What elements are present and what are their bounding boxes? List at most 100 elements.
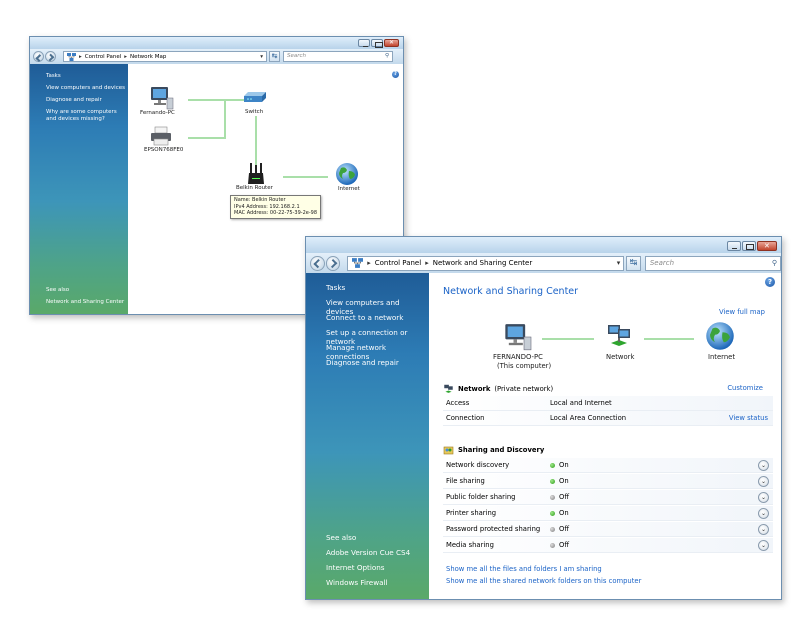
network-sharing-center-window: ▸ Control Panel ▸ Network and Sharing Ce… <box>305 236 782 600</box>
table-row[interactable]: Printer sharing On ⌄ <box>443 506 773 521</box>
device-label-printer: EPSON768FE0 <box>144 147 184 153</box>
computer-icon[interactable] <box>148 86 174 110</box>
help-icon[interactable]: ? <box>392 71 399 78</box>
table-row[interactable]: Password protected sharing Off ⌄ <box>443 522 773 537</box>
title-bar <box>306 237 781 253</box>
connection-line <box>224 99 226 139</box>
computer-icon[interactable] <box>501 323 533 351</box>
breadcrumb-separator: ▸ <box>79 53 82 60</box>
view-status-link[interactable]: View status <box>729 411 768 426</box>
router-icon[interactable] <box>246 162 266 186</box>
see-also-adobe-version-cue[interactable]: Adobe Version Cue CS4 <box>326 548 410 557</box>
row-key-file-sharing: File sharing <box>446 477 485 485</box>
table-row: Connection Local Area Connection View st… <box>443 411 773 426</box>
status-on-icon <box>550 463 555 468</box>
task-pane: Tasks View computers and devices Diagnos… <box>30 64 128 314</box>
breadcrumb-separator: ▸ <box>124 53 127 60</box>
tooltip-mac: MAC Address: 00-22-75-39-2e-98 <box>234 210 318 216</box>
help-icon[interactable]: ? <box>765 277 775 287</box>
search-input[interactable]: Search ⚲ <box>283 51 393 62</box>
chevron-down-icon[interactable]: ⌄ <box>758 460 769 471</box>
map-computer-name: FERNANDO-PC <box>493 353 543 361</box>
chevron-down-icon[interactable]: ▾ <box>260 54 263 60</box>
refresh-button[interactable]: ↹ <box>626 255 641 271</box>
see-also-windows-firewall[interactable]: Windows Firewall <box>326 578 387 587</box>
refresh-button[interactable]: ↹ <box>269 51 280 62</box>
task-diagnose-repair[interactable]: Diagnose and repair <box>326 358 399 367</box>
see-also-internet-options[interactable]: Internet Options <box>326 563 385 572</box>
status-off-icon <box>550 527 555 532</box>
device-label-router: Belkin Router <box>236 185 273 191</box>
forward-button[interactable] <box>45 51 56 62</box>
sharing-heading-text: Sharing and Discovery <box>458 446 545 454</box>
task-view-computers[interactable]: View computers and devices <box>46 85 125 91</box>
sharing-section-heading: Sharing and Discovery <box>443 445 544 455</box>
forward-button[interactable] <box>325 255 341 271</box>
close-button[interactable] <box>384 39 399 47</box>
show-shared-folders-link[interactable]: Show me all the shared network folders o… <box>446 577 641 585</box>
task-diagnose-repair[interactable]: Diagnose and repair <box>46 97 102 103</box>
chevron-down-icon[interactable]: ⌄ <box>758 508 769 519</box>
show-shared-files-link[interactable]: Show me all the files and folders I am s… <box>446 565 602 573</box>
device-label-switch: Switch <box>245 109 264 115</box>
device-tooltip: Name: Belkin Router IPv4 Address: 192.16… <box>230 195 322 219</box>
view-full-map-link[interactable]: View full map <box>719 308 765 316</box>
breadcrumb-network-sharing-center[interactable]: Network and Sharing Center <box>433 259 533 267</box>
address-bar[interactable]: ▸ Control Panel ▸ Network Map ▾ <box>63 51 267 62</box>
address-bar[interactable]: ▸ Control Panel ▸ Network and Sharing Ce… <box>347 255 625 271</box>
network-icon[interactable] <box>605 323 633 349</box>
search-icon[interactable]: ⚲ <box>772 257 777 270</box>
task-connect-network[interactable]: Connect to a network <box>326 313 403 322</box>
maximize-button[interactable] <box>371 39 383 48</box>
map-network-label: Network <box>606 353 635 361</box>
internet-globe-icon[interactable] <box>335 162 359 186</box>
network-section-heading: Network (Private network) <box>443 384 553 394</box>
network-name: Network <box>458 385 491 393</box>
status-off-icon <box>550 543 555 548</box>
breadcrumb-network-map[interactable]: Network Map <box>130 54 166 60</box>
customize-link[interactable]: Customize <box>727 384 763 392</box>
row-state: On <box>550 458 569 473</box>
see-also-heading: See also <box>326 533 357 542</box>
status-on-icon <box>550 479 555 484</box>
maximize-button[interactable] <box>742 241 756 251</box>
chevron-down-icon[interactable]: ▾ <box>617 259 621 267</box>
network-type: (Private network) <box>494 385 554 393</box>
task-why-missing[interactable]: Why are some computers and devices missi… <box>46 109 124 123</box>
row-key-password-protected-sharing: Password protected sharing <box>446 525 541 533</box>
breadcrumb-control-panel[interactable]: Control Panel <box>375 259 421 267</box>
breadcrumb-separator: ▸ <box>425 259 429 267</box>
row-key-connection: Connection <box>446 414 485 422</box>
close-button[interactable] <box>757 241 777 251</box>
table-row[interactable]: Network discovery On ⌄ <box>443 458 773 473</box>
device-label-pc: Fernando-PC <box>140 110 175 116</box>
switch-icon[interactable] <box>243 89 267 105</box>
table-row[interactable]: Public folder sharing Off ⌄ <box>443 490 773 505</box>
back-button[interactable] <box>33 51 44 62</box>
see-also-network-sharing-center[interactable]: Network and Sharing Center <box>46 299 124 305</box>
chevron-down-icon[interactable]: ⌄ <box>758 540 769 551</box>
back-button[interactable] <box>310 255 325 271</box>
state-label: Off <box>559 525 570 533</box>
printer-icon[interactable] <box>150 126 172 146</box>
internet-globe-icon[interactable] <box>705 321 735 351</box>
row-key-printer-sharing: Printer sharing <box>446 509 497 517</box>
breadcrumb-control-panel[interactable]: Control Panel <box>85 54 121 60</box>
tasks-heading: Tasks <box>326 283 346 292</box>
row-state: Off <box>550 538 569 553</box>
sharing-center-content: ? Network and Sharing Center View full m… <box>429 273 781 599</box>
search-icon[interactable]: ⚲ <box>385 52 389 61</box>
row-state: Off <box>550 490 569 505</box>
chevron-down-icon[interactable]: ⌄ <box>758 492 769 503</box>
chevron-down-icon[interactable]: ⌄ <box>758 476 769 487</box>
network-icon <box>444 384 453 393</box>
row-key-access: Access <box>446 399 470 407</box>
table-row: Access Local and Internet <box>443 396 773 411</box>
chevron-down-icon[interactable]: ⌄ <box>758 524 769 535</box>
minimize-button[interactable] <box>358 39 370 47</box>
table-row[interactable]: Media sharing Off ⌄ <box>443 538 773 553</box>
minimize-button[interactable] <box>727 241 741 251</box>
table-row[interactable]: File sharing On ⌄ <box>443 474 773 489</box>
row-value-connection: Local Area Connection <box>550 414 627 422</box>
search-input[interactable]: Search ⚲ <box>644 255 781 271</box>
